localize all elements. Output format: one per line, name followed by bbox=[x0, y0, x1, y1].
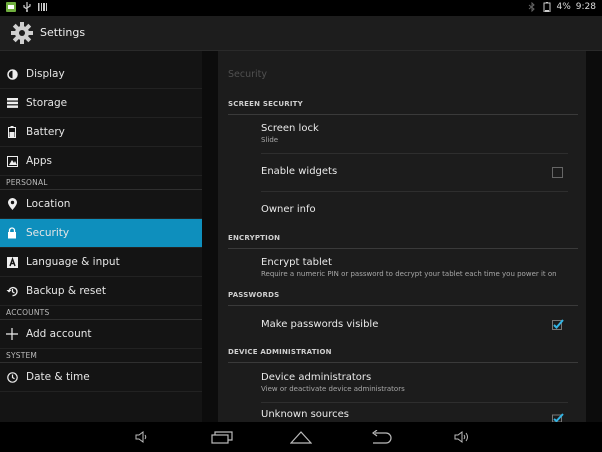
battery-percent: 4% bbox=[556, 2, 571, 12]
sidebar-item-label: Battery bbox=[26, 126, 65, 138]
enable-widgets-title: Enable widgets bbox=[261, 166, 338, 177]
app-notification-icon bbox=[6, 2, 16, 12]
sidebar-item-security[interactable]: Security bbox=[0, 219, 202, 248]
recent-apps-icon[interactable] bbox=[211, 431, 233, 444]
divider bbox=[261, 402, 568, 403]
sidebar-item-date-time[interactable]: Date & time bbox=[0, 363, 202, 392]
clock-time: 9:28 bbox=[575, 2, 596, 12]
back-icon[interactable] bbox=[370, 430, 392, 444]
settings-sidebar: Display Storage Battery Apps PERSONAL Lo… bbox=[0, 51, 202, 422]
bluetooth-icon bbox=[528, 2, 535, 12]
brightness-icon bbox=[6, 68, 18, 80]
sidebar-item-display[interactable]: Display bbox=[0, 60, 202, 89]
location-pin-icon bbox=[6, 198, 18, 210]
encrypt-tablet-summary: Require a numeric PIN or password to dec… bbox=[261, 270, 557, 278]
unknown-sources-title: Unknown sources bbox=[261, 409, 350, 420]
sidebar-item-label: Backup & reset bbox=[26, 285, 106, 297]
device-admins-title: Device administrators bbox=[261, 372, 372, 383]
action-bar: Settings bbox=[0, 16, 602, 51]
restore-icon bbox=[6, 285, 18, 297]
sidebar-item-label: Display bbox=[26, 68, 65, 80]
owner-info-row[interactable]: Owner info bbox=[261, 204, 568, 215]
system-nav-bar bbox=[0, 422, 602, 452]
keyboard-icon bbox=[6, 256, 18, 268]
section-header-device-admin: DEVICE ADMINISTRATION bbox=[228, 348, 578, 363]
apps-icon bbox=[6, 155, 18, 167]
unknown-sources-checkbox[interactable] bbox=[552, 413, 564, 422]
owner-info-title: Owner info bbox=[261, 204, 316, 215]
security-panel: Security SCREEN SECURITY Screen lock Sli… bbox=[218, 51, 586, 422]
volume-up-icon[interactable] bbox=[454, 431, 470, 443]
enable-widgets-row[interactable]: Enable widgets bbox=[261, 166, 568, 177]
sidebar-item-add-account[interactable]: Add account bbox=[0, 320, 202, 349]
sidebar-item-label: Storage bbox=[26, 97, 68, 109]
divider bbox=[261, 191, 568, 192]
section-header-system: SYSTEM bbox=[0, 349, 202, 363]
encrypt-tablet-title: Encrypt tablet bbox=[261, 257, 332, 268]
screen-lock-summary: Slide bbox=[261, 136, 279, 144]
screen-lock-row[interactable]: Screen lock Slide bbox=[261, 123, 568, 144]
home-icon[interactable] bbox=[290, 430, 312, 444]
status-bar: 4% 9:28 bbox=[0, 0, 602, 16]
app-title: Settings bbox=[40, 26, 86, 39]
sidebar-item-label: Location bbox=[26, 198, 71, 210]
sidebar-item-label: Security bbox=[26, 227, 70, 239]
sidebar-item-location[interactable]: Location bbox=[0, 190, 202, 219]
sidebar-item-backup[interactable]: Backup & reset bbox=[0, 277, 202, 306]
barcode-icon bbox=[38, 3, 47, 11]
passwords-visible-checkbox[interactable] bbox=[552, 319, 564, 330]
panel-subtitle: Security bbox=[228, 69, 268, 80]
screen-lock-title: Screen lock bbox=[261, 123, 319, 134]
sidebar-item-storage[interactable]: Storage bbox=[0, 89, 202, 118]
section-header-encryption: ENCRYPTION bbox=[228, 234, 578, 249]
sidebar-item-label: Language & input bbox=[26, 256, 120, 268]
unknown-sources-row[interactable]: Unknown sources bbox=[261, 409, 568, 420]
section-header-personal: PERSONAL bbox=[0, 176, 202, 190]
sidebar-item-battery[interactable]: Battery bbox=[0, 118, 202, 147]
section-header-passwords: PASSWORDS bbox=[228, 291, 578, 306]
gear-icon[interactable] bbox=[10, 21, 34, 45]
sidebar-item-label: Date & time bbox=[26, 371, 90, 383]
passwords-visible-title: Make passwords visible bbox=[261, 319, 379, 330]
sidebar-item-label: Add account bbox=[26, 328, 92, 340]
battery-icon bbox=[6, 126, 18, 138]
section-header-accounts: ACCOUNTS bbox=[0, 306, 202, 320]
device-admins-row[interactable]: Device administrators View or deactivate… bbox=[261, 372, 568, 393]
storage-icon bbox=[6, 97, 18, 109]
usb-icon bbox=[23, 2, 31, 12]
sidebar-item-apps[interactable]: Apps bbox=[0, 147, 202, 176]
divider bbox=[261, 153, 568, 154]
encrypt-tablet-row[interactable]: Encrypt tablet Require a numeric PIN or … bbox=[261, 257, 568, 278]
clock-icon bbox=[6, 371, 18, 383]
device-admins-summary: View or deactivate device administrators bbox=[261, 385, 405, 393]
plus-icon bbox=[6, 328, 18, 340]
sidebar-item-label: Apps bbox=[26, 155, 52, 167]
enable-widgets-checkbox[interactable] bbox=[552, 167, 563, 178]
lock-icon bbox=[6, 227, 18, 239]
battery-icon bbox=[543, 2, 550, 12]
passwords-visible-row[interactable]: Make passwords visible bbox=[261, 319, 568, 330]
sidebar-item-language[interactable]: Language & input bbox=[0, 248, 202, 277]
section-header-screen-security: SCREEN SECURITY bbox=[228, 100, 578, 115]
volume-down-icon[interactable] bbox=[135, 431, 149, 443]
